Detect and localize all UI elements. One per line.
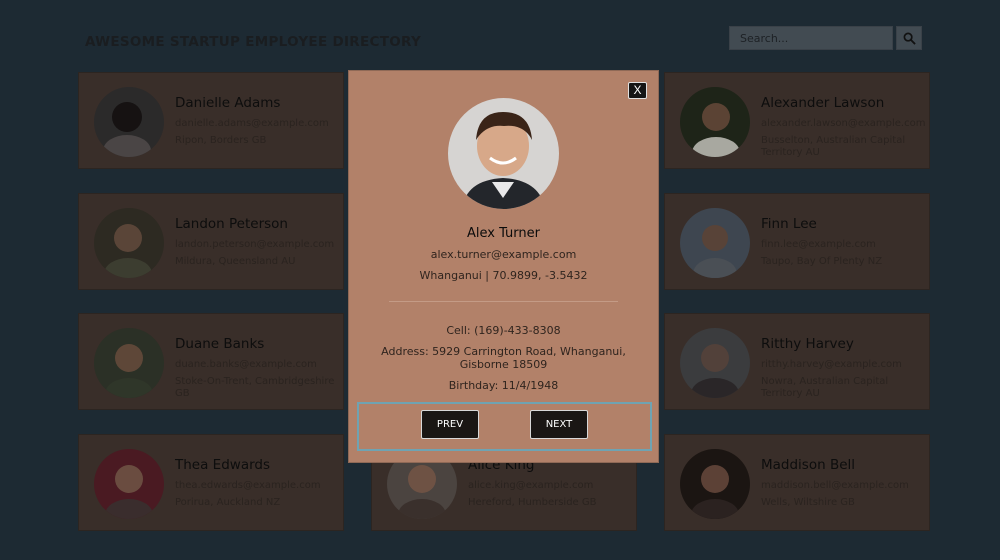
close-button[interactable]: X	[628, 82, 647, 99]
employee-location: Taupo, Bay Of Plenty NZ	[761, 256, 883, 267]
employee-name: Danielle Adams	[175, 95, 281, 111]
avatar	[680, 449, 750, 519]
avatar	[680, 208, 750, 278]
avatar	[94, 449, 164, 519]
employee-name: Ritthy Harvey	[761, 336, 854, 352]
search-input[interactable]	[729, 26, 893, 50]
employee-location: Mildura, Queensland AU	[175, 256, 296, 267]
employee-email: duane.banks@example.com	[175, 359, 317, 370]
modal-employee-email: alex.turner@example.com	[430, 248, 577, 261]
modal-employee-cell: Cell: (169)-433-8308	[446, 324, 561, 337]
employee-card[interactable]: Alexander Lawson alexander.lawson@exampl…	[664, 72, 930, 169]
modal-avatar	[448, 98, 559, 209]
search-icon	[903, 32, 916, 45]
employee-email: thea.edwards@example.com	[175, 480, 321, 491]
employee-card[interactable]: Duane Banks duane.banks@example.com Stok…	[78, 313, 344, 410]
employee-card[interactable]: Danielle Adams danielle.adams@example.co…	[78, 72, 344, 169]
search-button[interactable]	[896, 26, 922, 50]
employee-modal: X Alex Turner alex.turner@example.com Wh…	[348, 70, 659, 463]
avatar	[680, 87, 750, 157]
next-button[interactable]: NEXT	[530, 410, 588, 439]
employee-card[interactable]: Maddison Bell maddison.bell@example.com …	[664, 434, 930, 531]
employee-location: Wells, Wiltshire GB	[761, 497, 855, 508]
employee-email: maddison.bell@example.com	[761, 480, 909, 491]
employee-email: landon.peterson@example.com	[175, 239, 335, 250]
employee-location: Hereford, Humberside GB	[468, 497, 597, 508]
employee-card[interactable]: Ritthy Harvey ritthy.harvey@example.com …	[664, 313, 930, 410]
employee-email: danielle.adams@example.com	[175, 118, 329, 129]
page-title: AWESOME STARTUP EMPLOYEE DIRECTORY	[85, 34, 422, 50]
avatar	[680, 328, 750, 398]
employee-name: Alexander Lawson	[761, 95, 885, 111]
employee-email: alexander.lawson@example.com	[761, 118, 926, 129]
search-form	[729, 26, 922, 50]
employee-name: Thea Edwards	[175, 457, 271, 473]
avatar	[94, 328, 164, 398]
modal-divider	[389, 301, 618, 302]
employee-email: ritthy.harvey@example.com	[761, 359, 902, 370]
avatar	[94, 87, 164, 157]
employee-card[interactable]: Thea Edwards thea.edwards@example.com Po…	[78, 434, 344, 531]
prev-button[interactable]: PREV	[421, 410, 479, 439]
avatar	[94, 208, 164, 278]
employee-name: Landon Peterson	[175, 216, 288, 232]
modal-employee-name: Alex Turner	[466, 226, 540, 241]
employee-card[interactable]: Landon Peterson landon.peterson@example.…	[78, 193, 344, 290]
employee-card[interactable]: Finn Lee finn.lee@example.com Taupo, Bay…	[664, 193, 930, 290]
employee-location: Nowra, Australian Capital Territory AU	[761, 376, 889, 399]
modal-employee-birthday: Birthday: 11/4/1948	[448, 379, 559, 392]
employee-location: Porirua, Auckland NZ	[175, 497, 281, 508]
modal-nav: PREV NEXT	[357, 402, 652, 451]
employee-name: Finn Lee	[761, 216, 817, 232]
employee-email: finn.lee@example.com	[761, 239, 876, 250]
employee-location: Busselton, Australian Capital Territory …	[761, 135, 906, 158]
employee-location: Ripon, Borders GB	[175, 135, 267, 146]
modal-employee-address: Address: 5929 Carrington Road, Whanganui…	[381, 345, 626, 371]
employee-location: Stoke-On-Trent, Cambridgeshire GB	[175, 376, 335, 399]
employee-email: alice.king@example.com	[468, 480, 594, 491]
employee-name: Duane Banks	[175, 336, 265, 352]
modal-employee-city: Whanganui | 70.9899, -3.5432	[419, 269, 588, 282]
employee-name: Maddison Bell	[761, 457, 856, 473]
